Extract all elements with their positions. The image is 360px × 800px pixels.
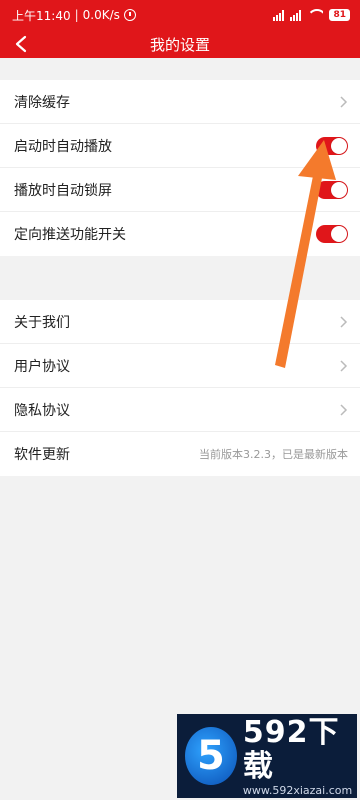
setting-label: 隐私协议 xyxy=(14,402,70,419)
setting-autolock-on-play: 播放时自动锁屏 xyxy=(0,168,360,212)
signal-icon xyxy=(273,9,285,21)
setting-software-update[interactable]: 软件更新 当前版本3.2.3，已是最新版本 xyxy=(0,432,360,476)
settings-group-about: 关于我们 用户协议 隐私协议 软件更新 当前版本3.2.3，已是最新版本 xyxy=(0,300,360,476)
page-title: 我的设置 xyxy=(149,35,210,54)
chevron-right-icon xyxy=(340,315,348,328)
setting-user-agreement[interactable]: 用户协议 xyxy=(0,344,360,388)
setting-label: 清除缓存 xyxy=(14,94,70,111)
push-toggle[interactable] xyxy=(316,225,348,243)
wifi-icon xyxy=(307,9,323,21)
setting-label: 播放时自动锁屏 xyxy=(14,182,112,199)
setting-label: 启动时自动播放 xyxy=(14,138,112,155)
chevron-right-icon xyxy=(340,403,348,416)
setting-clear-cache[interactable]: 清除缓存 xyxy=(0,80,360,124)
version-status: 当前版本3.2.3，已是最新版本 xyxy=(199,448,348,461)
chevron-right-icon xyxy=(340,95,348,108)
autoplay-toggle[interactable] xyxy=(316,136,348,155)
setting-label: 关于我们 xyxy=(14,314,70,331)
autolock-toggle[interactable] xyxy=(316,180,348,199)
setting-label: 用户协议 xyxy=(14,358,70,375)
back-button[interactable] xyxy=(10,33,32,55)
setting-push-notifications: 定向推送功能开关 xyxy=(0,212,360,256)
status-bar: 上午11:40 | 0.0K/s 81 xyxy=(0,0,360,30)
chevron-right-icon xyxy=(340,359,348,372)
setting-autoplay-on-launch: 启动时自动播放 xyxy=(0,124,360,168)
network-speed: 0.0K/s xyxy=(82,8,120,22)
setting-privacy-policy[interactable]: 隐私协议 xyxy=(0,388,360,432)
watermark-url: www.592xiazai.com xyxy=(242,783,353,797)
signal-icon-2 xyxy=(290,9,302,21)
nav-bar: 我的设置 xyxy=(0,30,360,58)
settings-group-playback: 清除缓存 启动时自动播放 播放时自动锁屏 定向推送功能开关 xyxy=(0,80,360,256)
watermark-badge: 5 592下载 www.592xiazai.com xyxy=(177,714,357,798)
setting-about-us[interactable]: 关于我们 xyxy=(0,300,360,344)
battery-icon: 81 xyxy=(329,9,350,21)
status-time: 上午11:40 xyxy=(12,8,71,23)
watermark-brand: 592下载 xyxy=(242,714,340,784)
watermark-logo-icon: 5 xyxy=(185,727,237,785)
setting-label: 定向推送功能开关 xyxy=(14,227,126,243)
alarm-icon xyxy=(123,9,136,21)
back-arrow-icon xyxy=(15,35,27,53)
setting-label: 软件更新 xyxy=(14,447,70,463)
